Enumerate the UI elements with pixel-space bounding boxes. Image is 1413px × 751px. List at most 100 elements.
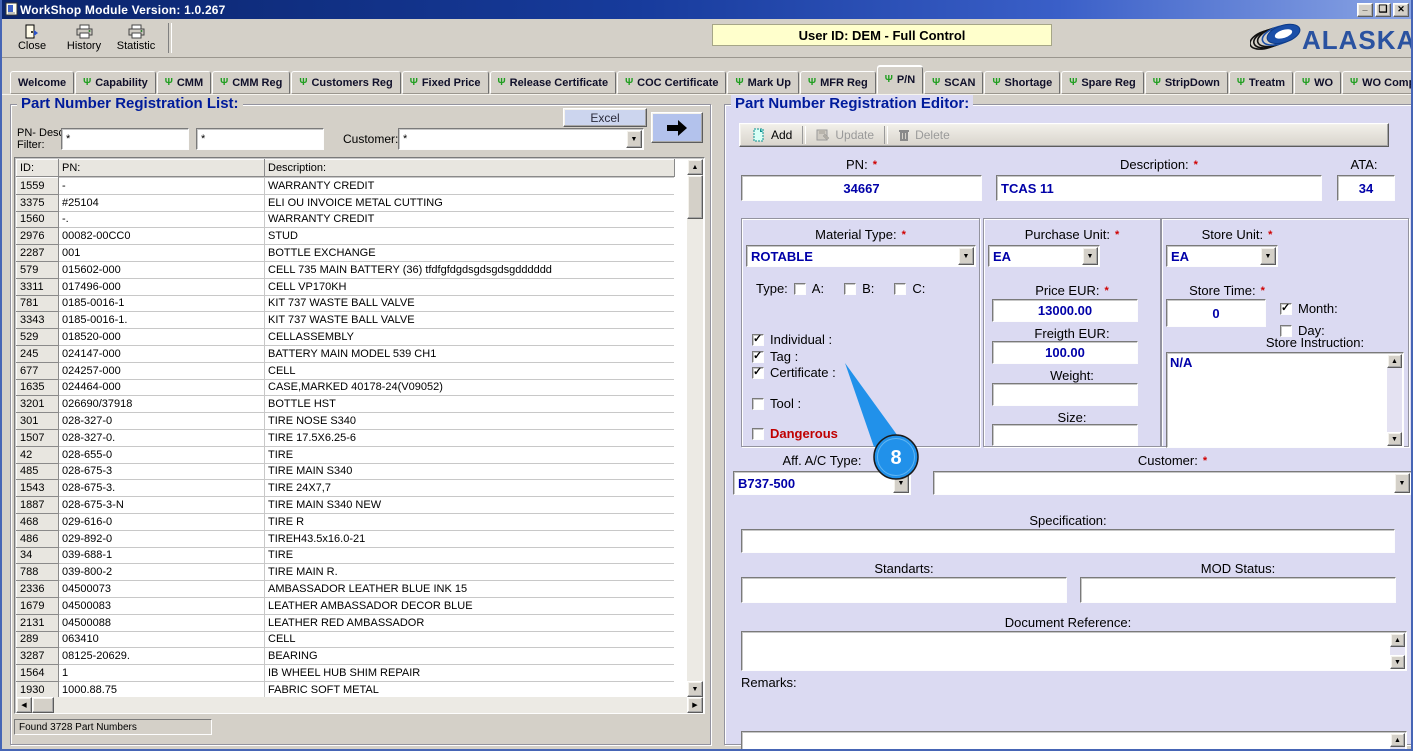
tab-welcome[interactable]: Welcome bbox=[10, 71, 75, 94]
table-row[interactable]: 1543 028-675-3. TIRE 24X7,7 bbox=[16, 479, 674, 498]
tab-capability[interactable]: Capability bbox=[75, 71, 156, 94]
scroll-up-icon[interactable] bbox=[1390, 633, 1405, 647]
table-row[interactable]: 677 024257-000 CELL bbox=[16, 361, 674, 380]
restore-icon[interactable] bbox=[1375, 2, 1391, 17]
pn-input[interactable] bbox=[741, 175, 982, 201]
tab-customers-reg[interactable]: Customers Reg bbox=[291, 71, 401, 94]
table-row[interactable]: 2976 00082-00CC0 STUD bbox=[16, 227, 674, 246]
table-row[interactable]: 289 063410 CELL bbox=[16, 630, 674, 649]
scroll-left-icon[interactable] bbox=[16, 697, 32, 713]
table-row[interactable]: 1930 1000.88.75 FABRIC SOFT METAL bbox=[16, 680, 674, 697]
price-input[interactable] bbox=[992, 299, 1138, 322]
tab-cmm-reg[interactable]: CMM Reg bbox=[212, 71, 291, 94]
tab-shortage[interactable]: Shortage bbox=[984, 71, 1061, 94]
vertical-scroll-thumb[interactable] bbox=[687, 175, 703, 219]
description-input[interactable] bbox=[996, 175, 1322, 201]
table-row[interactable]: 3343 0185-0016-1. KIT 737 WASTE BALL VALVE bbox=[16, 311, 674, 330]
table-row[interactable]: 42 028-655-0 TIRE bbox=[16, 445, 674, 464]
close-icon[interactable] bbox=[1393, 2, 1409, 17]
month-checkbox[interactable] bbox=[1280, 301, 1292, 315]
scroll-right-icon[interactable] bbox=[687, 697, 703, 713]
freight-input[interactable] bbox=[992, 341, 1138, 364]
textarea-scrollbar[interactable] bbox=[1390, 733, 1405, 749]
table-row[interactable]: 1559- WARRANTY CREDIT bbox=[16, 177, 674, 195]
chevron-down-icon[interactable] bbox=[626, 130, 642, 148]
vertical-scrollbar[interactable] bbox=[687, 159, 703, 697]
chevron-down-icon[interactable] bbox=[958, 247, 974, 265]
table-row[interactable]: 3287 08125-20629. BEARING bbox=[16, 647, 674, 666]
tool-checkbox[interactable] bbox=[752, 397, 764, 410]
minimize-icon[interactable] bbox=[1357, 2, 1373, 17]
table-row[interactable]: 245 024147-000 BATTERY MAIN MODEL 539 CH1 bbox=[16, 344, 674, 363]
store-instruction-textarea[interactable]: N/A bbox=[1166, 352, 1404, 448]
go-arrow-button[interactable] bbox=[651, 112, 703, 143]
table-row[interactable]: 529 018520-000 CELLASSEMBLY bbox=[16, 328, 674, 346]
scroll-down-icon[interactable] bbox=[1390, 655, 1405, 669]
tab-coc-certificate[interactable]: COC Certificate bbox=[617, 71, 727, 94]
tab-p-n[interactable]: P/N bbox=[876, 66, 924, 94]
type-b-checkbox[interactable] bbox=[844, 282, 857, 295]
document-reference-textarea[interactable] bbox=[741, 631, 1407, 671]
add-button[interactable]: Add bbox=[746, 126, 798, 144]
table-row[interactable]: 2287 001 BOTTLE EXCHANGE bbox=[16, 244, 674, 262]
tab-release-certificate[interactable]: Release Certificate bbox=[489, 71, 617, 94]
material-type-combo[interactable]: ROTABLE bbox=[746, 245, 976, 267]
tab-fixed-price[interactable]: Fixed Price bbox=[401, 71, 489, 94]
horizontal-scrollbar[interactable] bbox=[16, 697, 703, 713]
customer-combo[interactable] bbox=[933, 471, 1411, 495]
table-row[interactable]: 579 015602-000 CELL 735 MAIN BATTERY (36) … bbox=[16, 260, 674, 279]
statistic-button[interactable]: Statistic bbox=[112, 21, 160, 55]
ata-input[interactable] bbox=[1337, 175, 1395, 201]
table-row[interactable]: 486 029-892-0 TIREH43.5x16.0-21 bbox=[16, 529, 674, 548]
remarks-textarea[interactable] bbox=[741, 731, 1407, 749]
tab-scan[interactable]: SCAN bbox=[924, 71, 984, 94]
store-time-input[interactable] bbox=[1166, 299, 1266, 327]
tab-treatm[interactable]: Treatm bbox=[1228, 71, 1293, 94]
table-row[interactable]: 788 039-800-2 TIRE MAIN R. bbox=[16, 563, 674, 582]
tab-cmm[interactable]: CMM bbox=[156, 71, 212, 94]
tab-mfr-reg[interactable]: MFR Reg bbox=[799, 71, 876, 94]
scroll-down-icon[interactable] bbox=[1387, 432, 1402, 446]
dangerous-checkbox[interactable] bbox=[752, 427, 764, 440]
type-a-checkbox[interactable] bbox=[793, 282, 806, 295]
scroll-up-icon[interactable] bbox=[687, 159, 703, 175]
tab-wo-completion[interactable]: WO Completion bbox=[1342, 71, 1411, 94]
table-row[interactable]: 34 039-688-1 TIRE bbox=[16, 546, 674, 565]
table-row[interactable]: 1679 04500083 LEATHER AMBASSADOR DECOR BLU… bbox=[16, 596, 674, 615]
table-row[interactable]: 1507 028-327-0. TIRE 17.5X6.25-6 bbox=[16, 428, 674, 447]
scroll-up-icon[interactable] bbox=[1387, 354, 1402, 368]
table-row[interactable]: 1887 028-675-3-N TIRE MAIN S340 NEW bbox=[16, 496, 674, 514]
textarea-scrollbar[interactable] bbox=[1390, 633, 1405, 669]
update-button[interactable]: Update bbox=[810, 126, 880, 144]
tab-mark-up[interactable]: Mark Up bbox=[727, 71, 799, 94]
size-input[interactable] bbox=[992, 424, 1138, 446]
excel-button[interactable]: Excel bbox=[563, 108, 647, 127]
table-row[interactable]: 485 028-675-3 TIRE MAIN S340 bbox=[16, 462, 674, 481]
chevron-down-icon[interactable] bbox=[1082, 247, 1098, 265]
weight-input[interactable] bbox=[992, 383, 1138, 406]
tag-checkbox[interactable] bbox=[752, 349, 764, 363]
table-row[interactable]: 2336 04500073 AMBASSADOR LEATHER BLUE INK … bbox=[16, 580, 674, 598]
horizontal-scroll-thumb[interactable] bbox=[32, 697, 54, 713]
table-row[interactable]: 301 028-327-0 TIRE NOSE S340 bbox=[16, 412, 674, 430]
type-c-checkbox[interactable] bbox=[894, 282, 907, 295]
table-row[interactable]: 3201 026690/37918 BOTTLE HST bbox=[16, 395, 674, 414]
tab-stripdown[interactable]: StripDown bbox=[1144, 71, 1228, 94]
standarts-input[interactable] bbox=[741, 577, 1067, 603]
history-button[interactable]: History bbox=[60, 21, 108, 55]
specification-input[interactable] bbox=[741, 529, 1395, 553]
pn-filter-input[interactable] bbox=[61, 128, 189, 150]
table-row[interactable]: 1564 1 IB WHEEL HUB SHIM REPAIR bbox=[16, 664, 674, 682]
tab-spare-reg[interactable]: Spare Reg bbox=[1061, 71, 1144, 94]
mod-status-input[interactable] bbox=[1080, 577, 1396, 603]
table-row[interactable]: 3375 #25104 ELI OU INVOICE METAL CUTTING bbox=[16, 193, 674, 212]
delete-button[interactable]: Delete bbox=[892, 126, 956, 144]
tab-wo[interactable]: WO bbox=[1294, 71, 1342, 94]
individual-checkbox[interactable] bbox=[752, 332, 764, 346]
chevron-down-icon[interactable] bbox=[1260, 247, 1276, 265]
scroll-up-icon[interactable] bbox=[1390, 733, 1405, 747]
customer-filter-combo[interactable]: * bbox=[398, 128, 644, 150]
table-row[interactable]: 468 029-616-0 TIRE R bbox=[16, 512, 674, 531]
certificate-checkbox[interactable] bbox=[752, 365, 764, 379]
table-row[interactable]: 3311 017496-000 CELL VP170KH bbox=[16, 277, 674, 296]
